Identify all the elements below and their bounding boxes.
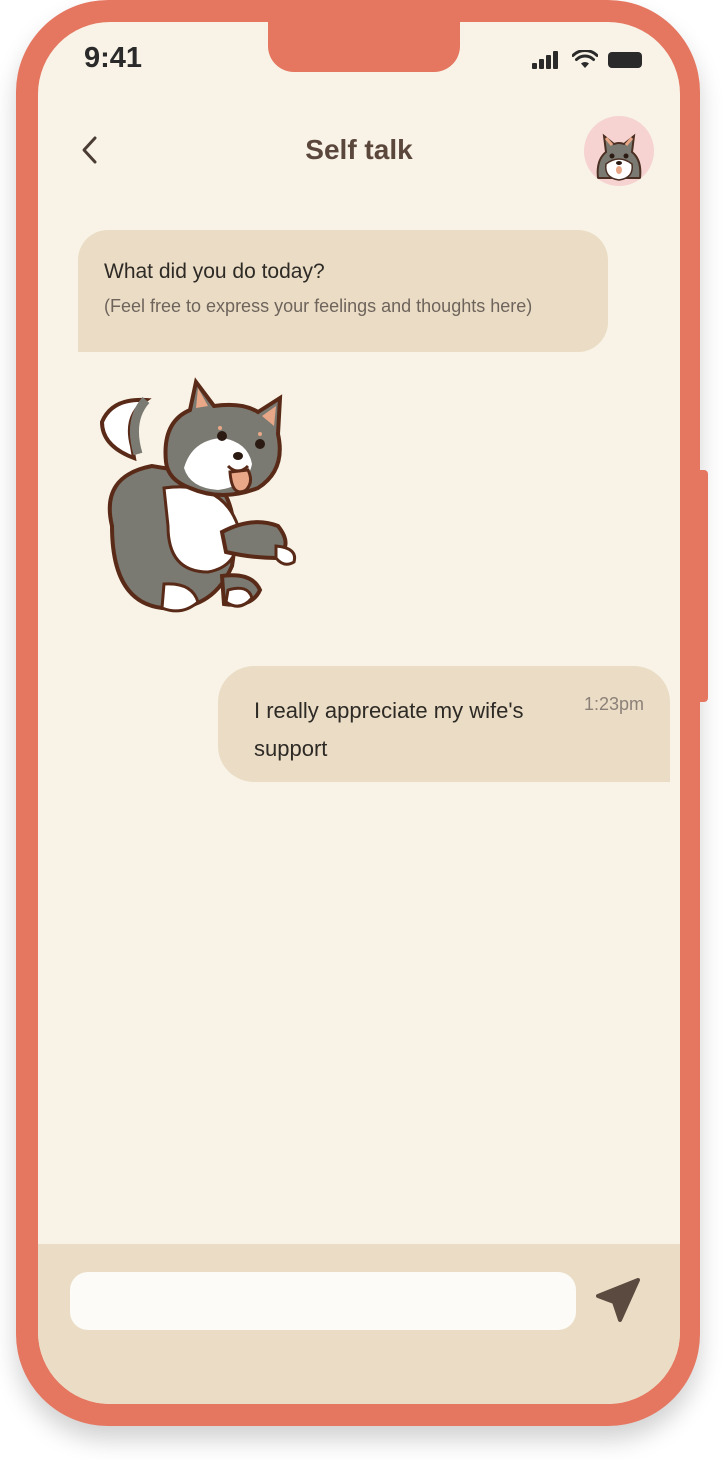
shiba-dog-avatar-icon (596, 133, 642, 181)
user-message-text: I really appreciate my wife's support (254, 698, 524, 761)
send-button[interactable] (592, 1274, 644, 1326)
avatar[interactable] (584, 116, 654, 186)
notch (268, 22, 460, 72)
cellular-signal-icon (532, 51, 558, 69)
shiba-dog-sticker (72, 376, 308, 616)
send-icon (596, 1278, 640, 1322)
bot-message-bubble: What did you do today? (Feel free to exp… (78, 230, 608, 352)
status-time: 9:41 (84, 42, 143, 74)
wifi-icon (572, 50, 598, 68)
bot-message-hint: (Feel free to express your feelings and … (104, 296, 533, 316)
battery-icon (608, 52, 642, 68)
status-icons (532, 50, 642, 70)
composer-bar (38, 1244, 680, 1404)
message-timestamp: 1:23pm (583, 694, 644, 714)
phone-body: 9:41 Self talk What did you do today? (F… (16, 0, 700, 1426)
user-message-bubble: I really appreciate my wife's support 1:… (218, 666, 670, 782)
bot-message-text: What did you do today? (104, 260, 325, 283)
app-screen: 9:41 Self talk What did you do today? (F… (38, 22, 680, 1404)
message-input[interactable] (70, 1272, 576, 1330)
shiba-dog-sticker-icon (99, 377, 297, 613)
